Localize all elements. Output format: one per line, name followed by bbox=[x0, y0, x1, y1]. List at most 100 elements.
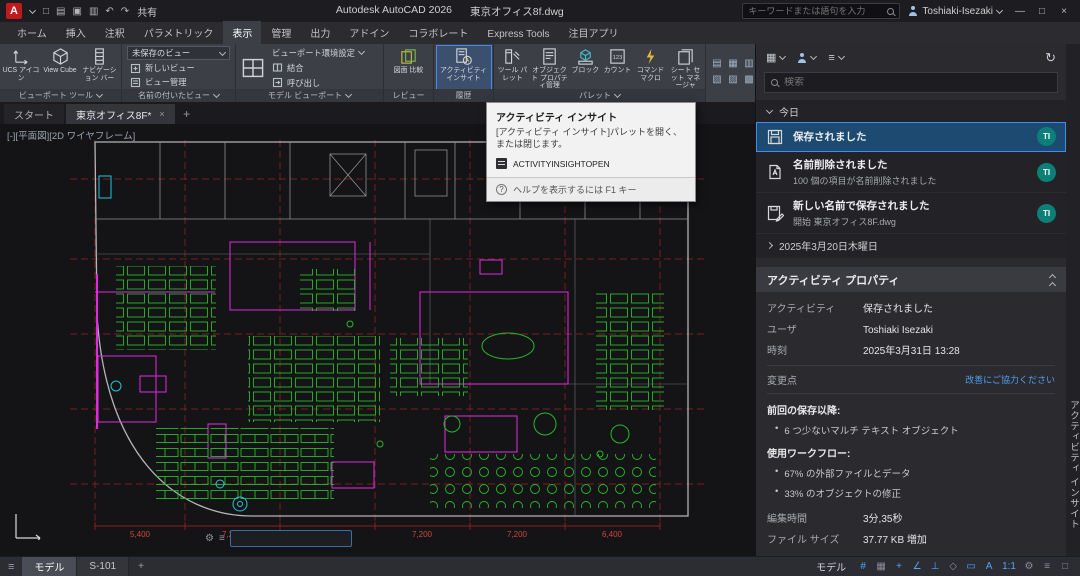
tab-home[interactable]: ホーム bbox=[8, 21, 56, 44]
tab-view[interactable]: 表示 bbox=[223, 21, 261, 44]
feedback-link[interactable]: 改善にご協力ください bbox=[965, 373, 1055, 386]
undo-icon[interactable]: ↶ bbox=[105, 6, 113, 17]
navigation-bar-button[interactable]: ナビゲーション バー bbox=[80, 46, 119, 89]
model-tab[interactable]: モデル bbox=[22, 557, 77, 576]
clean-screen-button[interactable]: □ bbox=[1056, 561, 1074, 572]
ribbon-extra-icon[interactable]: ▩ bbox=[742, 74, 755, 88]
print-icon[interactable]: ▥ bbox=[89, 6, 98, 17]
palette-search[interactable] bbox=[764, 72, 1058, 93]
view-selector-dropdown[interactable]: 未保存のビュー bbox=[127, 46, 230, 60]
ribbon-extra-icon[interactable]: ▥ bbox=[742, 58, 755, 72]
new-drawing-tab-button[interactable]: + bbox=[177, 104, 197, 124]
changes-section-header: 変更点 改善にご協力ください bbox=[767, 365, 1055, 394]
object-snap-toggle[interactable]: ▭ bbox=[962, 561, 980, 572]
tab-express-tools[interactable]: Express Tools bbox=[478, 25, 558, 44]
activity-entry-saved[interactable]: 保存されました TI bbox=[756, 122, 1066, 152]
command-line[interactable]: ⚙ ≡ bbox=[205, 530, 352, 547]
group-date[interactable]: 2025年3月20日木曜日 bbox=[756, 234, 1066, 256]
polar-tracking-toggle[interactable]: ∠ bbox=[908, 561, 926, 572]
new-view-button[interactable]: 新しいビュー bbox=[127, 62, 230, 74]
palette-side-tab[interactable]: アクティビティ インサイト bbox=[1066, 44, 1080, 556]
tool-palettes-button[interactable]: ツール パレット bbox=[496, 46, 529, 89]
tab-parametric[interactable]: パラメトリック bbox=[135, 21, 223, 44]
ucs-icon-button[interactable]: UCS アイコン bbox=[2, 46, 40, 89]
ribbon-extra-icon[interactable]: ▧ bbox=[710, 74, 724, 88]
group-today[interactable]: 今日 bbox=[756, 100, 1066, 122]
blocks-palette-button[interactable]: ブロック bbox=[570, 46, 601, 89]
isometric-drafting-toggle[interactable]: ◇ bbox=[944, 561, 962, 572]
panel-label-history[interactable]: 履歴 bbox=[434, 89, 493, 102]
minimize-button[interactable]: — bbox=[1010, 6, 1030, 17]
global-search-input[interactable] bbox=[748, 6, 882, 16]
autocad-logo-icon[interactable]: A bbox=[6, 3, 22, 19]
panel-label-review[interactable]: レビュー bbox=[384, 89, 433, 102]
close-button[interactable]: × bbox=[1054, 6, 1074, 17]
new-layout-button[interactable]: + bbox=[129, 561, 153, 572]
tab-manage[interactable]: 管理 bbox=[262, 21, 300, 44]
ribbon-extra-icon[interactable]: ▨ bbox=[726, 74, 740, 88]
redo-icon[interactable]: ↷ bbox=[121, 6, 129, 17]
save-icon[interactable]: ▣ bbox=[73, 6, 82, 17]
annotation-scale[interactable]: 1:1 bbox=[998, 561, 1020, 572]
global-search[interactable] bbox=[742, 3, 900, 19]
ribbon-extra-icon[interactable]: ▦ bbox=[726, 58, 740, 72]
activity-entry-saveas[interactable]: 新しい名前で保存されました 開始 東京オフィス8F.dwg TI bbox=[756, 193, 1066, 234]
dynamic-input-toggle[interactable]: + bbox=[890, 561, 908, 572]
close-tab-icon[interactable]: × bbox=[159, 109, 164, 119]
tab-insert[interactable]: 挿入 bbox=[57, 21, 95, 44]
ortho-mode-toggle[interactable]: ⊥ bbox=[926, 561, 944, 572]
activity-insight-button[interactable]: アクティビティ インサイト bbox=[437, 46, 491, 89]
view-manager-button[interactable]: ビュー管理 bbox=[127, 76, 230, 88]
sheet-set-manager-button[interactable]: シート セット マネージャ bbox=[668, 46, 703, 89]
drawing-compare-button[interactable]: 図面 比較 bbox=[387, 46, 431, 89]
collapse-properties-icon[interactable] bbox=[1050, 272, 1055, 288]
tab-collaborate[interactable]: コラボレート bbox=[399, 21, 477, 44]
join-viewports-button[interactable]: 結合 bbox=[269, 61, 367, 74]
view-cube-button[interactable]: View Cube bbox=[41, 46, 79, 89]
tab-start[interactable]: スタート bbox=[4, 104, 64, 124]
tab-addins[interactable]: アドイン bbox=[340, 21, 398, 44]
space-indicator[interactable]: モデル bbox=[808, 559, 854, 574]
command-input-box[interactable] bbox=[230, 530, 352, 547]
maximize-button[interactable]: □ bbox=[1032, 6, 1052, 17]
tab-featured-apps[interactable]: 注目アプリ bbox=[559, 21, 627, 44]
panel-label-model-viewports[interactable]: モデル ビューポート bbox=[236, 89, 383, 102]
activity-properties-header[interactable]: アクティビティ プロパティ bbox=[756, 267, 1066, 292]
command-macros-button[interactable]: コマンド マクロ bbox=[634, 46, 667, 89]
command-menu-icon[interactable]: ≡ bbox=[219, 533, 225, 544]
activity-entry-purged[interactable]: 名前削除されました 100 個の項目が名前削除されました TI bbox=[756, 152, 1066, 193]
new-file-icon[interactable]: □ bbox=[43, 6, 49, 17]
panel-label-palettes[interactable]: パレット bbox=[494, 89, 705, 102]
share-button[interactable]: 共有 bbox=[137, 4, 157, 19]
tab-output[interactable]: 出力 bbox=[301, 21, 339, 44]
properties-icon bbox=[540, 47, 559, 66]
list-options-button[interactable]: ≡ bbox=[828, 52, 843, 64]
properties-palette-button[interactable]: オブジェクト プロパティ管理 bbox=[530, 46, 569, 89]
ribbon: UCS アイコン View Cube ナビゲーション バー ビューポート ツール bbox=[0, 44, 755, 102]
filter-user-button[interactable] bbox=[797, 53, 816, 63]
workspace-switching-button[interactable]: ⚙ bbox=[1020, 561, 1038, 572]
view-mode-button[interactable]: ▦ bbox=[766, 51, 785, 64]
command-input[interactable] bbox=[238, 534, 352, 544]
layout-menu-icon[interactable]: ≡ bbox=[0, 561, 22, 573]
ribbon-extra-icon[interactable]: ▤ bbox=[710, 58, 724, 72]
viewport-config-dropdown[interactable]: ビューポート環境設定 bbox=[269, 46, 367, 59]
count-palette-button[interactable]: 123 カウント bbox=[602, 46, 633, 89]
customize-icon[interactable]: ⚙ bbox=[205, 533, 214, 544]
restore-viewports-button[interactable]: 呼び出し bbox=[269, 76, 367, 89]
annotation-visibility-toggle[interactable]: A bbox=[980, 561, 998, 572]
tab-annotate[interactable]: 注釈 bbox=[96, 21, 134, 44]
viewport-controls-label[interactable]: [-][平面図][2D ワイヤフレーム] bbox=[7, 128, 135, 142]
user-account-button[interactable]: Toshiaki-Isezaki bbox=[908, 6, 1002, 17]
open-file-icon[interactable]: ▤ bbox=[56, 6, 65, 17]
panel-label-viewport-tools[interactable]: ビューポート ツール bbox=[0, 89, 121, 102]
panel-label-named-views[interactable]: 名前の付いたビュー bbox=[122, 89, 235, 102]
palette-search-input[interactable] bbox=[784, 77, 1051, 88]
grid-display-toggle[interactable]: # bbox=[854, 561, 872, 572]
refresh-icon[interactable]: ↻ bbox=[1045, 50, 1056, 66]
app-menu-chevron-icon[interactable] bbox=[29, 6, 36, 13]
tab-current-drawing[interactable]: 東京オフィス8F* × bbox=[66, 104, 175, 124]
snap-mode-toggle[interactable]: ▦ bbox=[872, 561, 890, 572]
layout-tab-s101[interactable]: S-101 bbox=[77, 557, 129, 576]
customization-button[interactable]: ≡ bbox=[1038, 561, 1056, 572]
